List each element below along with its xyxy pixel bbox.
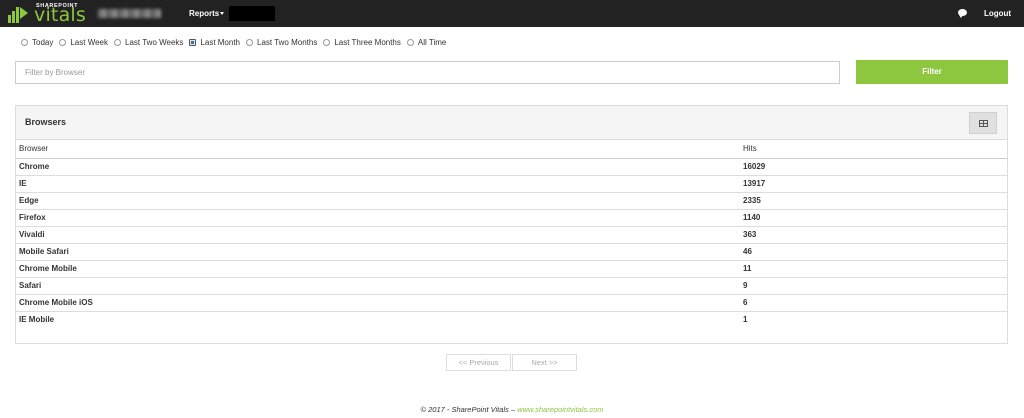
reports-menu-label: Reports	[189, 9, 220, 18]
date-range-label: All Time	[417, 37, 447, 47]
browsers-table: Browser Hits Chrome 16029 IE 13917 Edge 2335 F…	[16, 140, 1007, 328]
hits-cell: 1	[743, 315, 748, 325]
browser-cell: Safari	[16, 277, 740, 295]
filter-placeholder: Filter by Browser	[25, 68, 86, 77]
date-range-label: Today	[32, 37, 54, 47]
radio-unchecked-icon[interactable]	[21, 38, 28, 46]
date-range-label: Last Month	[200, 37, 240, 47]
page-footer: © 2017 - SharePoint Vitals – www.sharepo…	[0, 405, 1024, 414]
date-range-option[interactable]: Last Two Months	[246, 38, 317, 47]
caret-down-icon	[220, 12, 225, 16]
filter-button[interactable]: Filter	[856, 60, 1008, 84]
date-range-label: Last Two Months	[257, 37, 318, 47]
previous-page-button[interactable]: << Previous	[446, 354, 511, 371]
hits-cell: 6	[740, 294, 1007, 312]
table-row: Firefox 1140	[16, 209, 1007, 227]
logo-big-text: vitals	[34, 4, 86, 26]
hits-cell: 11	[740, 260, 1007, 278]
browser-cell: Vivaldi	[16, 226, 740, 244]
table-row: Chrome 16029	[16, 158, 1007, 176]
date-range-option[interactable]: Today	[21, 38, 53, 47]
table-row: IE Mobile 1	[16, 311, 1007, 328]
radio-checked-icon[interactable]	[189, 38, 197, 46]
browser-cell: Mobile Safari	[16, 243, 740, 261]
radio-unchecked-icon[interactable]	[246, 38, 253, 46]
redacted-block	[229, 6, 275, 21]
logo-play-icon	[20, 7, 28, 19]
panel-header: Browsers	[16, 106, 1007, 140]
date-range-options: Today Last Week Last Two Weeks Last Month La…	[21, 36, 452, 48]
browser-cell: Chrome Mobile iOS	[16, 294, 740, 312]
hits-cell: 9	[740, 277, 1007, 295]
browser-cell: Firefox	[16, 209, 740, 227]
panel-title: Browsers	[25, 117, 67, 127]
footer-website-link[interactable]: www.sharepointvitals.com	[517, 405, 603, 414]
date-range-option[interactable]: Last Week	[59, 38, 108, 47]
column-header-browser[interactable]: Browser	[16, 140, 740, 159]
radio-unchecked-icon[interactable]	[406, 38, 414, 46]
hits-cell: 13917	[740, 175, 1007, 193]
footer-copyright: © 2017 - SharePoint Vitals –	[420, 405, 518, 414]
table-grid-icon	[979, 120, 988, 127]
sharepoint-vitals-logo[interactable]: SHAREPOINT vitals	[8, 2, 90, 26]
date-range-option[interactable]: Last Month	[189, 38, 240, 47]
table-row: Edge 2335	[16, 192, 1007, 210]
table-header-row: Browser Hits	[16, 140, 1007, 159]
hits-cell: 46	[740, 243, 1007, 261]
hits-cell: 16029	[740, 158, 1007, 176]
date-range-option[interactable]: Last Three Months	[323, 38, 401, 47]
date-range-option[interactable]: All Time	[406, 37, 447, 47]
date-range-option[interactable]: Last Two Weeks	[114, 38, 183, 47]
date-range-label: Last Two Weeks	[125, 37, 184, 47]
browser-cell: Chrome Mobile	[16, 260, 740, 278]
chat-bubble-icon[interactable]	[958, 9, 967, 18]
browser-filter-input[interactable]: Filter by Browser	[15, 61, 840, 84]
logout-link[interactable]: Logout	[984, 9, 1011, 18]
export-table-button[interactable]	[969, 112, 997, 134]
radio-unchecked-icon[interactable]	[323, 38, 331, 46]
table-row: Chrome Mobile 11	[16, 260, 1007, 278]
table-row: Vivaldi 363	[16, 226, 1007, 244]
blurred-site-name	[98, 9, 161, 18]
browser-cell: IE Mobile	[19, 315, 55, 325]
table-row: Safari 9	[16, 277, 1007, 295]
next-page-button[interactable]: Next >>	[512, 354, 577, 371]
date-range-label: Last Three Months	[334, 37, 401, 47]
hits-cell: 363	[740, 226, 1007, 244]
radio-unchecked-icon[interactable]	[114, 38, 122, 46]
hits-cell: 2335	[740, 192, 1007, 210]
table-row: Chrome Mobile iOS 6	[16, 294, 1007, 312]
table-row: IE 13917	[16, 175, 1007, 193]
hits-cell: 1140	[740, 209, 1007, 227]
browsers-panel: Browsers Browser Hits Chrome 16029 IE 13917…	[15, 105, 1008, 344]
top-navbar: SHAREPOINT vitals Reports Logout	[0, 0, 1024, 27]
table-row: Mobile Safari 46	[16, 243, 1007, 261]
date-range-label: Last Week	[70, 37, 109, 47]
browser-cell: Chrome	[16, 158, 740, 176]
radio-unchecked-icon[interactable]	[59, 38, 67, 46]
browser-cell: Edge	[16, 192, 740, 210]
column-header-hits[interactable]: Hits	[740, 140, 1007, 159]
reports-menu[interactable]: Reports	[189, 9, 225, 18]
browser-cell: IE	[16, 175, 740, 193]
